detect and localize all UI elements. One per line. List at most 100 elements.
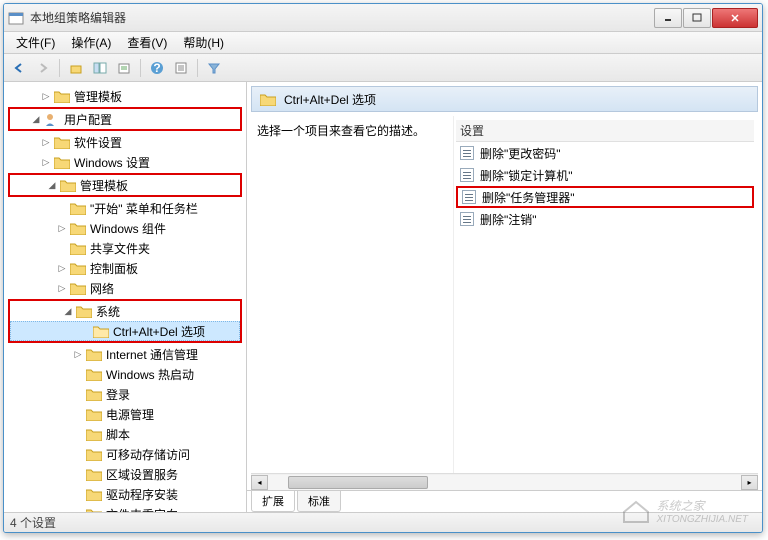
tree-power-mgmt[interactable]: 电源管理 bbox=[4, 404, 246, 424]
details-header: Ctrl+Alt+Del 选项 bbox=[251, 86, 758, 112]
folder-icon bbox=[70, 282, 86, 295]
settings-column: 设置 删除"更改密码" 删除"锁定计算机" 删除"任务管理器" 删除"注销" bbox=[453, 116, 756, 473]
export-button[interactable] bbox=[113, 57, 135, 79]
tree-control-panel[interactable]: ▷控制面板 bbox=[4, 258, 246, 278]
settings-header[interactable]: 设置 bbox=[456, 120, 754, 142]
folder-icon bbox=[70, 242, 86, 255]
statusbar: 4 个设置 bbox=[4, 512, 762, 532]
tree-system[interactable]: ◢系统 bbox=[10, 301, 240, 321]
tree-locale-services[interactable]: 区域设置服务 bbox=[4, 464, 246, 484]
separator bbox=[59, 59, 60, 77]
description-column: 选择一个项目来查看它的描述。 bbox=[253, 116, 453, 473]
menu-view[interactable]: 查看(V) bbox=[119, 32, 175, 53]
expand-icon[interactable]: ▷ bbox=[72, 348, 84, 360]
setting-task-manager[interactable]: 删除"任务管理器" bbox=[456, 186, 754, 208]
tree-removable-storage[interactable]: 可移动存储访问 bbox=[4, 444, 246, 464]
folder-open-icon bbox=[93, 325, 109, 338]
folder-icon bbox=[70, 262, 86, 275]
expand-icon[interactable]: ▷ bbox=[56, 262, 68, 274]
folder-icon bbox=[60, 179, 76, 192]
collapse-icon[interactable]: ◢ bbox=[30, 113, 42, 125]
policy-icon bbox=[462, 190, 476, 204]
collapse-icon[interactable]: ◢ bbox=[46, 179, 58, 191]
policy-icon bbox=[460, 168, 474, 182]
setting-change-password[interactable]: 删除"更改密码" bbox=[456, 142, 754, 164]
tree-admin-templates[interactable]: ▷管理模板 bbox=[4, 86, 246, 106]
maximize-button[interactable] bbox=[683, 8, 711, 28]
tree-driver-install[interactable]: 驱动程序安装 bbox=[4, 484, 246, 504]
tab-standard[interactable]: 标准 bbox=[297, 491, 341, 512]
scroll-left-button[interactable]: ◂ bbox=[251, 475, 268, 490]
policy-icon bbox=[460, 146, 474, 160]
window-title: 本地组策略编辑器 bbox=[30, 9, 654, 26]
folder-icon bbox=[70, 202, 86, 215]
expand-icon[interactable]: ▷ bbox=[56, 222, 68, 234]
up-button[interactable] bbox=[65, 57, 87, 79]
toolbar: ? bbox=[4, 54, 762, 82]
folder-icon bbox=[54, 90, 70, 103]
tree-pane[interactable]: ▷管理模板 ◢用户配置 ▷软件设置 ▷Windows 设置 ◢管理模板 "开始"… bbox=[4, 82, 247, 512]
separator bbox=[197, 59, 198, 77]
view-tabs: 扩展 标准 bbox=[247, 490, 762, 512]
tree-internet-mgmt[interactable]: ▷Internet 通信管理 bbox=[4, 344, 246, 364]
setting-lock-computer[interactable]: 删除"锁定计算机" bbox=[456, 164, 754, 186]
horizontal-scrollbar[interactable]: ◂ ▸ bbox=[251, 473, 758, 490]
tree-logon[interactable]: 登录 bbox=[4, 384, 246, 404]
expand-icon[interactable]: ▷ bbox=[56, 282, 68, 294]
policy-icon bbox=[460, 212, 474, 226]
tree-windows-settings[interactable]: ▷Windows 设置 bbox=[4, 152, 246, 172]
tab-extended[interactable]: 扩展 bbox=[251, 491, 295, 512]
folder-icon bbox=[86, 408, 102, 421]
status-text: 4 个设置 bbox=[10, 514, 56, 531]
close-button[interactable] bbox=[712, 8, 758, 28]
expand-icon[interactable]: ▷ bbox=[40, 136, 52, 148]
folder-icon bbox=[86, 468, 102, 481]
setting-logoff[interactable]: 删除"注销" bbox=[456, 208, 754, 230]
details-title: Ctrl+Alt+Del 选项 bbox=[284, 91, 376, 108]
folder-icon bbox=[76, 305, 92, 318]
minimize-button[interactable] bbox=[654, 8, 682, 28]
tree-windows-components[interactable]: ▷Windows 组件 bbox=[4, 218, 246, 238]
tree-user-config[interactable]: ◢用户配置 bbox=[10, 109, 240, 129]
titlebar: 本地组策略编辑器 bbox=[4, 4, 762, 32]
app-icon bbox=[8, 10, 24, 26]
tree-shared-folders[interactable]: 共享文件夹 bbox=[4, 238, 246, 258]
window-controls bbox=[654, 8, 758, 28]
tree-windows-hotstart[interactable]: Windows 热启动 bbox=[4, 364, 246, 384]
content-area: ▷管理模板 ◢用户配置 ▷软件设置 ▷Windows 设置 ◢管理模板 "开始"… bbox=[4, 82, 762, 512]
menu-action[interactable]: 操作(A) bbox=[63, 32, 119, 53]
expand-icon[interactable]: ▷ bbox=[40, 90, 52, 102]
separator bbox=[140, 59, 141, 77]
folder-icon bbox=[86, 388, 102, 401]
tree-ctrl-alt-del[interactable]: Ctrl+Alt+Del 选项 bbox=[10, 321, 240, 341]
folder-icon bbox=[86, 368, 102, 381]
tree-folder-redirect[interactable]: 文件夹重定向 bbox=[4, 504, 246, 512]
expand-icon[interactable]: ▷ bbox=[40, 156, 52, 168]
detail-area: 选择一个项目来查看它的描述。 设置 删除"更改密码" 删除"锁定计算机" 删除"… bbox=[247, 116, 762, 473]
menu-help[interactable]: 帮助(H) bbox=[175, 32, 232, 53]
folder-icon bbox=[54, 136, 70, 149]
user-icon bbox=[44, 113, 60, 126]
properties-button[interactable] bbox=[170, 57, 192, 79]
folder-icon bbox=[86, 488, 102, 501]
folder-icon bbox=[70, 222, 86, 235]
scroll-track[interactable] bbox=[268, 475, 741, 490]
scroll-right-button[interactable]: ▸ bbox=[741, 475, 758, 490]
forward-button[interactable] bbox=[32, 57, 54, 79]
svg-text:?: ? bbox=[153, 61, 160, 75]
back-button[interactable] bbox=[8, 57, 30, 79]
folder-icon bbox=[86, 508, 102, 513]
details-pane: Ctrl+Alt+Del 选项 选择一个项目来查看它的描述。 设置 删除"更改密… bbox=[247, 82, 762, 512]
collapse-icon[interactable]: ◢ bbox=[62, 305, 74, 317]
folder-icon bbox=[86, 428, 102, 441]
help-button[interactable]: ? bbox=[146, 57, 168, 79]
scroll-thumb[interactable] bbox=[288, 476, 428, 489]
tree-start-taskbar[interactable]: "开始" 菜单和任务栏 bbox=[4, 198, 246, 218]
tree-network[interactable]: ▷网络 bbox=[4, 278, 246, 298]
tree-admin-templates-2[interactable]: ◢管理模板 bbox=[10, 175, 240, 195]
menu-file[interactable]: 文件(F) bbox=[8, 32, 63, 53]
show-hide-button[interactable] bbox=[89, 57, 111, 79]
tree-scripts[interactable]: 脚本 bbox=[4, 424, 246, 444]
filter-button[interactable] bbox=[203, 57, 225, 79]
tree-software-settings[interactable]: ▷软件设置 bbox=[4, 132, 246, 152]
